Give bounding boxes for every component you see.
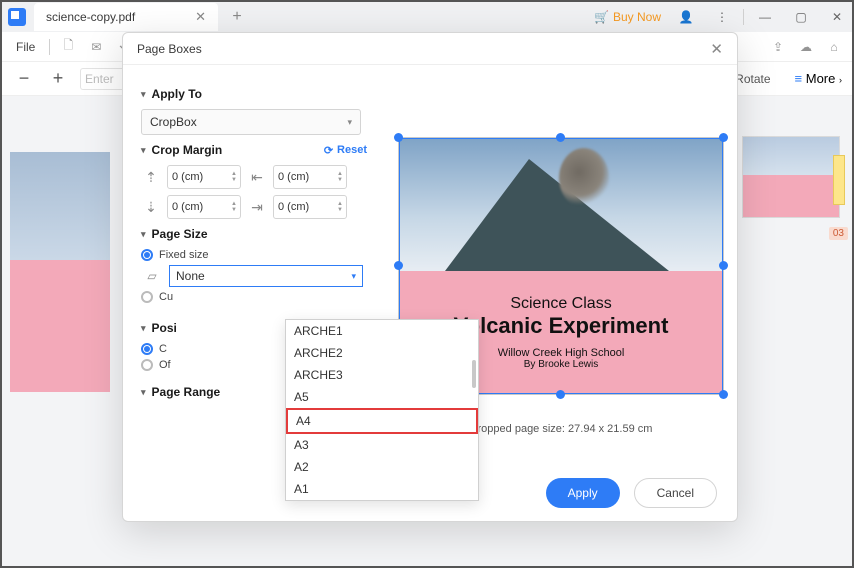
share-icon[interactable]: ⇪ (768, 37, 788, 57)
crop-margin-section[interactable]: Crop Margin ⟳Reset (141, 143, 367, 157)
radio-checked-icon (141, 249, 153, 261)
dialog-header: Page Boxes ✕ (123, 33, 737, 65)
fixed-size-dropdown[interactable]: ARCHE1 ARCHE2 ARCHE3 A5 A4 A3 A2 A1 (285, 319, 479, 501)
mail-icon[interactable]: ✉ (86, 37, 106, 57)
thumbnail-panel: 03 (742, 136, 840, 218)
kebab-icon[interactable]: ⋮ (707, 3, 737, 31)
hamburger-icon: ≡ (795, 71, 803, 86)
margin-right-input[interactable]: 0 (cm)▲▼ (273, 195, 347, 219)
size-option[interactable]: A1 (286, 478, 478, 500)
scrollbar-thumb[interactable] (472, 360, 476, 388)
margin-bottom-icon: ⇣ (141, 199, 161, 216)
tab-close-icon[interactable]: ✕ (195, 9, 206, 25)
file-menu[interactable]: File (10, 36, 41, 58)
size-option[interactable]: A5 (286, 386, 478, 408)
page-size-section[interactable]: Page Size (141, 227, 367, 241)
cart-icon: 🛒 (594, 10, 609, 24)
custom-size-radio[interactable]: Cu (141, 291, 367, 303)
crop-handle-nw[interactable] (394, 133, 403, 142)
crop-handle-n[interactable] (556, 133, 565, 142)
orientation-icon[interactable]: ▱ (141, 265, 163, 287)
document-tab[interactable]: science-copy.pdf ✕ (34, 3, 218, 31)
fixed-size-select[interactable]: None ▾ (169, 265, 363, 287)
zoom-out-button[interactable]: − (12, 67, 36, 91)
crop-handle-e[interactable] (719, 261, 728, 270)
margin-top-icon: ⇡ (141, 169, 161, 186)
crop-handle-ne[interactable] (719, 133, 728, 142)
page-preview-clipped (10, 152, 110, 392)
apply-to-select[interactable]: CropBox ▾ (141, 109, 361, 135)
thumbnail-page-number: 03 (829, 227, 848, 240)
chevron-right-icon: › (839, 75, 842, 85)
size-option[interactable]: ARCHE2 (286, 342, 478, 364)
cloud-icon[interactable]: ☁ (796, 37, 816, 57)
margin-left-input[interactable]: 0 (cm)▲▼ (273, 165, 347, 189)
maximize-button[interactable]: ▢ (786, 3, 816, 31)
rotate-button[interactable]: Rotate (735, 72, 770, 86)
apply-to-section[interactable]: Apply To (141, 87, 367, 101)
size-option[interactable]: ARCHE3 (286, 364, 478, 386)
cancel-button[interactable]: Cancel (634, 478, 717, 508)
zoom-in-button[interactable]: + (46, 67, 70, 91)
chevron-down-icon: ▾ (347, 117, 352, 128)
page-thumbnail[interactable] (742, 136, 840, 218)
apply-button[interactable]: Apply (546, 478, 620, 508)
tab-title: science-copy.pdf (46, 10, 135, 24)
chevron-down-icon: ▾ (351, 271, 356, 282)
bookmark-icon (833, 155, 845, 205)
save-icon[interactable]: 🗋 (58, 37, 78, 57)
size-option[interactable]: A3 (286, 434, 478, 456)
new-tab-button[interactable]: + (226, 8, 248, 26)
buy-now-link[interactable]: 🛒 Buy Now (594, 10, 661, 24)
crop-handle-s[interactable] (556, 390, 565, 399)
close-button[interactable]: ✕ (822, 3, 852, 31)
size-option[interactable]: ARCHE1 (286, 320, 478, 342)
radio-icon (141, 291, 153, 303)
radio-checked-icon (141, 343, 153, 355)
home-icon[interactable]: ⌂ (824, 37, 844, 57)
crop-handle-se[interactable] (719, 390, 728, 399)
size-option[interactable]: A2 (286, 456, 478, 478)
fixed-size-radio[interactable]: Fixed size (141, 249, 367, 261)
titlebar: science-copy.pdf ✕ + 🛒 Buy Now 👤 ⋮ — ▢ ✕ (2, 2, 852, 32)
margin-bottom-input[interactable]: 0 (cm)▲▼ (167, 195, 241, 219)
radio-icon (141, 359, 153, 371)
crop-handle-w[interactable] (394, 261, 403, 270)
margin-top-input[interactable]: 0 (cm)▲▼ (167, 165, 241, 189)
dialog-title: Page Boxes (137, 42, 202, 56)
app-icon[interactable] (8, 8, 26, 26)
user-avatar-icon[interactable]: 👤 (671, 3, 701, 31)
minimize-button[interactable]: — (750, 3, 780, 31)
more-menu[interactable]: ≡ More › (795, 71, 842, 86)
dialog-close-button[interactable]: ✕ (710, 40, 723, 58)
refresh-icon: ⟳ (324, 144, 333, 157)
margin-right-icon: ⇥ (247, 199, 267, 216)
reset-button[interactable]: ⟳Reset (324, 144, 367, 157)
page-boxes-dialog: Page Boxes ✕ Apply To CropBox ▾ Crop Mar… (122, 32, 738, 522)
margin-left-icon: ⇤ (247, 169, 267, 186)
size-option-highlighted[interactable]: A4 (286, 408, 478, 434)
